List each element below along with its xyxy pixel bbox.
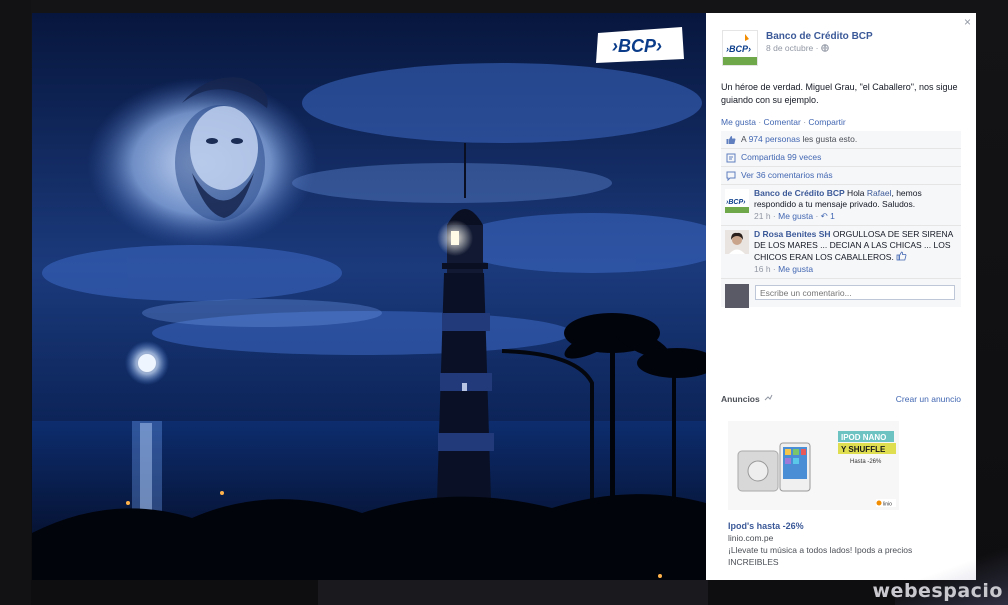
ipod-ad-image: IPOD NANO Y SHUFFLE Hasta -26% linio <box>728 421 899 510</box>
comment-meta: 16 h · Me gusta <box>754 264 814 274</box>
comment-text-before: Hola <box>844 188 867 198</box>
ads-title: Anuncios <box>721 394 760 404</box>
like-emoticon-icon <box>896 251 907 261</box>
post-actions: Me gusta · Comentar · Compartir <box>721 117 846 127</box>
comment-author[interactable]: Banco de Crédito BCP <box>754 188 845 198</box>
avatar-logo-text: ›BCP› <box>726 199 746 206</box>
likes-count-link[interactable]: 974 personas <box>749 134 801 144</box>
comment-avatar[interactable] <box>725 230 749 254</box>
bcp-avatar-icon: ›BCP› <box>725 189 749 213</box>
post-photo[interactable]: ›BCP› <box>32 13 706 580</box>
ad-headline-1: IPOD NANO <box>841 433 886 442</box>
bcp-avatar-icon: ›BCP› <box>723 31 757 65</box>
share-link[interactable]: Compartir <box>808 117 845 127</box>
comment-like-link[interactable]: Me gusta <box>778 211 813 221</box>
comment-mention-link[interactable]: Rafael <box>867 188 892 198</box>
feedback-box: A 974 personas les gusta esto. Compartid… <box>721 131 961 308</box>
backdrop-left-strip <box>0 0 31 605</box>
action-separator: · <box>755 117 764 127</box>
likes-suffix: les gusta esto. <box>800 134 858 144</box>
reply-arrow-icon[interactable]: ↶ <box>821 211 828 221</box>
close-icon[interactable]: × <box>964 15 971 29</box>
like-link[interactable]: Me gusta <box>721 117 756 127</box>
user-photo-icon <box>725 230 749 254</box>
bcp-logo-badge: ›BCP› <box>596 27 684 63</box>
comment-composer <box>721 279 961 308</box>
page-name-link[interactable]: Banco de Crédito BCP <box>766 31 873 42</box>
more-comments-link[interactable]: Ver 36 comentarios más <box>741 170 833 180</box>
ads-header: Anuncios Crear un anuncio <box>721 394 961 404</box>
moon <box>138 354 156 372</box>
comment-time[interactable]: 16 h <box>754 264 771 274</box>
post-text: Un héroe de verdad. Miguel Grau, "el Cab… <box>721 82 958 105</box>
viewer-avatar <box>725 284 749 308</box>
thumbs-up-icon <box>726 136 736 144</box>
share-icon <box>726 153 736 163</box>
shares-summary: Compartida 99 veces <box>721 149 961 167</box>
avatar-logo-text: ›BCP› <box>726 44 751 54</box>
reply-count[interactable]: 1 <box>830 211 835 221</box>
comment-link[interactable]: Comentar <box>764 117 801 127</box>
site-watermark: webespacio <box>872 580 1003 602</box>
ad-image-subtitle: Hasta -26% <box>850 459 882 465</box>
post-date-text: 8 de octubre · <box>766 43 819 53</box>
comment-item: ›BCP› Banco de Crédito BCP Hola Rafael, … <box>721 185 961 226</box>
bcp-logo-text: ›BCP› <box>612 36 662 56</box>
post-date[interactable]: 8 de octubre · <box>766 43 829 53</box>
ad-image[interactable]: IPOD NANO Y SHUFFLE Hasta -26% linio <box>728 421 899 510</box>
face-cloud <box>87 77 317 248</box>
ad-domain: linio.com.pe <box>728 533 774 543</box>
comment-item: D Rosa Benites SH ORGULLOSA DE SER SIREN… <box>721 226 961 279</box>
comment-time[interactable]: 21 h <box>754 211 771 221</box>
ad-title-link[interactable]: Ipod's hasta -26% <box>728 521 804 531</box>
ad-brand-text: linio <box>883 502 892 508</box>
backdrop-bottom-strip <box>318 580 708 605</box>
globe-icon <box>821 44 829 52</box>
comment-like-link[interactable]: Me gusta <box>778 264 813 274</box>
comment-input[interactable] <box>755 285 955 300</box>
comment-author[interactable]: D Rosa Benites SH <box>754 229 831 239</box>
comment-meta: 21 h · Me gusta · ↶ 1 <box>754 211 835 221</box>
comment-avatar[interactable]: ›BCP› <box>725 189 749 213</box>
likes-summary: A 974 personas les gusta esto. <box>721 131 961 149</box>
more-comments-row: Ver 36 comentarios más <box>721 167 961 185</box>
comment-bubble-icon <box>726 171 736 181</box>
create-ad-link[interactable]: Crear un anuncio <box>896 394 961 404</box>
post-side-panel: × ›BCP› Banco de Crédito BCP 8 de octubr… <box>706 13 976 580</box>
shares-link[interactable]: Compartida 99 veces <box>741 152 821 162</box>
ads-settings-icon[interactable] <box>764 394 773 403</box>
page-avatar[interactable]: ›BCP› <box>722 30 758 66</box>
lighthouse-night-scene: ›BCP› <box>32 13 706 580</box>
ad-headline-2: Y SHUFFLE <box>841 445 886 454</box>
likes-prefix: A <box>741 134 749 144</box>
